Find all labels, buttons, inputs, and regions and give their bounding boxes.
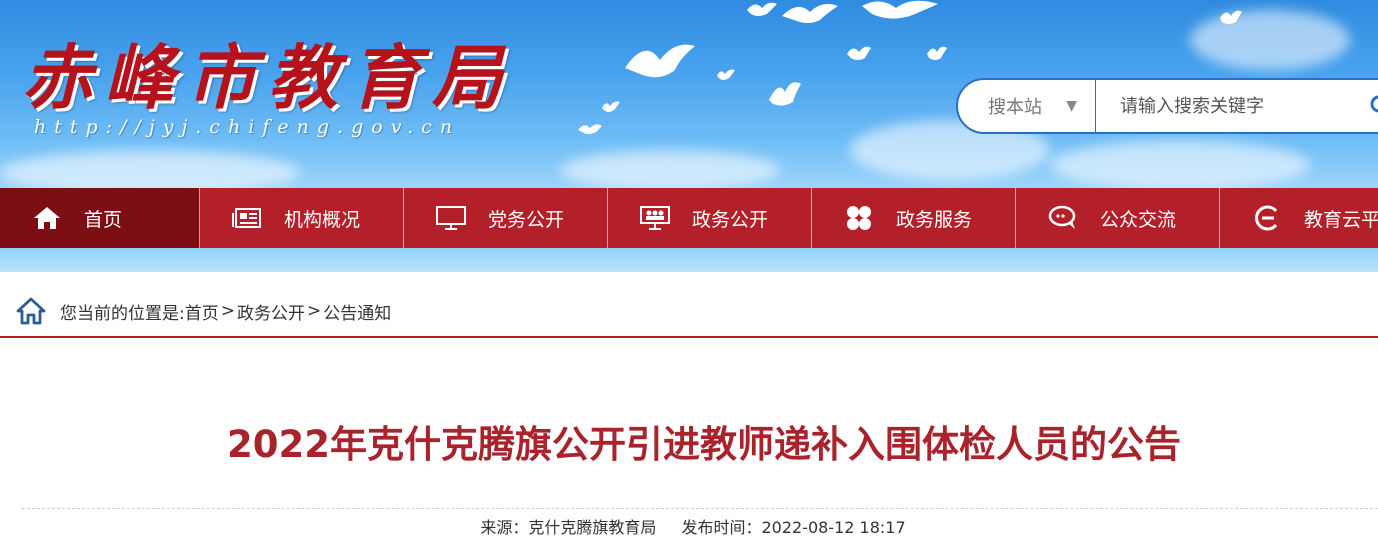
nav-item-label: 党务公开 [488, 208, 565, 231]
dove-icon [717, 69, 735, 80]
article-source: 来源：克什克腾旗教育局 [480, 518, 657, 537]
search-bar: 搜本站 ▼ [956, 78, 1378, 134]
dove-icon [747, 2, 777, 17]
nav-item-public-communication[interactable]: 公众交流 [1016, 188, 1220, 248]
dove-icon [862, 0, 938, 19]
nav-item-label: 教育云平 [1304, 208, 1378, 231]
site-title: 赤峰市教育局 [22, 36, 514, 119]
dove-icon [782, 4, 838, 23]
cloud-decoration [1190, 10, 1350, 70]
search-icon[interactable] [1370, 95, 1378, 117]
nav-item-party-affairs[interactable]: 党务公开 [404, 188, 608, 248]
nav-item-label: 机构概况 [284, 208, 361, 231]
cloud-e-icon [1252, 205, 1282, 231]
nav-item-home[interactable]: 首页 [0, 188, 200, 248]
nav-item-label: 首页 [84, 208, 123, 231]
grid-icon [844, 205, 874, 231]
people-board-icon [640, 205, 670, 231]
dove-icon [602, 101, 620, 112]
title-divider [22, 508, 1378, 509]
chat-icon [1048, 205, 1078, 231]
site-url: http://jyj.chifeng.gov.cn [34, 116, 461, 138]
newspaper-icon [232, 205, 262, 231]
breadcrumb-separator: > [220, 301, 235, 321]
nav-item-education-cloud[interactable]: 教育云平 [1220, 188, 1378, 248]
dove-icon [625, 44, 695, 78]
monitor-icon [436, 205, 466, 231]
dove-icon [578, 124, 602, 134]
search-scope-select[interactable]: 搜本站 ▼ [958, 80, 1096, 132]
nav-item-government-services[interactable]: 政务服务 [812, 188, 1016, 248]
article-meta: 来源：克什克腾旗教育局 发布时间：2022-08-12 18:17 [0, 514, 1378, 538]
dove-icon [769, 82, 801, 106]
nav-item-label: 公众交流 [1100, 208, 1177, 231]
cloud-decoration [0, 150, 300, 188]
cloud-decoration [560, 150, 780, 188]
nav-item-government-affairs[interactable]: 政务公开 [608, 188, 812, 248]
search-scope-label: 搜本站 [988, 97, 1042, 118]
home-icon [16, 297, 46, 325]
breadcrumb-link-announcements[interactable]: 公告通知 [323, 299, 391, 324]
search-input[interactable] [1096, 79, 1378, 133]
dove-icon [847, 46, 871, 60]
nav-item-label: 政务公开 [692, 208, 769, 231]
header-strip [0, 248, 1378, 272]
breadcrumb: 您当前的位置是: 首页 > 政务公开 > 公告通知 [16, 296, 391, 326]
main-nav: 首页 机构概况 党务公开 政务公开 政务服务 公众交流 教育云平 [0, 188, 1378, 248]
header-banner: 赤峰市教育局 http://jyj.chifeng.gov.cn 搜本站 ▼ [0, 0, 1378, 188]
cloud-decoration [1050, 140, 1310, 188]
article-published-time: 发布时间：2022-08-12 18:17 [681, 518, 906, 537]
breadcrumb-separator: > [306, 301, 322, 321]
nav-item-label: 政务服务 [896, 208, 973, 231]
breadcrumb-link-home[interactable]: 首页 [185, 299, 219, 324]
dove-icon [1220, 10, 1242, 24]
breadcrumb-prefix: 您当前的位置是: [60, 303, 185, 324]
triangle-down-icon: ▼ [1066, 98, 1077, 114]
breadcrumb-divider [0, 336, 1378, 338]
article-title: 2022年克什克腾旗公开引进教师递补入围体检人员的公告 [227, 423, 1181, 466]
dove-icon [927, 46, 947, 60]
home-icon [32, 205, 62, 231]
breadcrumb-link-government-affairs[interactable]: 政务公开 [237, 299, 305, 324]
nav-item-organization[interactable]: 机构概况 [200, 188, 404, 248]
